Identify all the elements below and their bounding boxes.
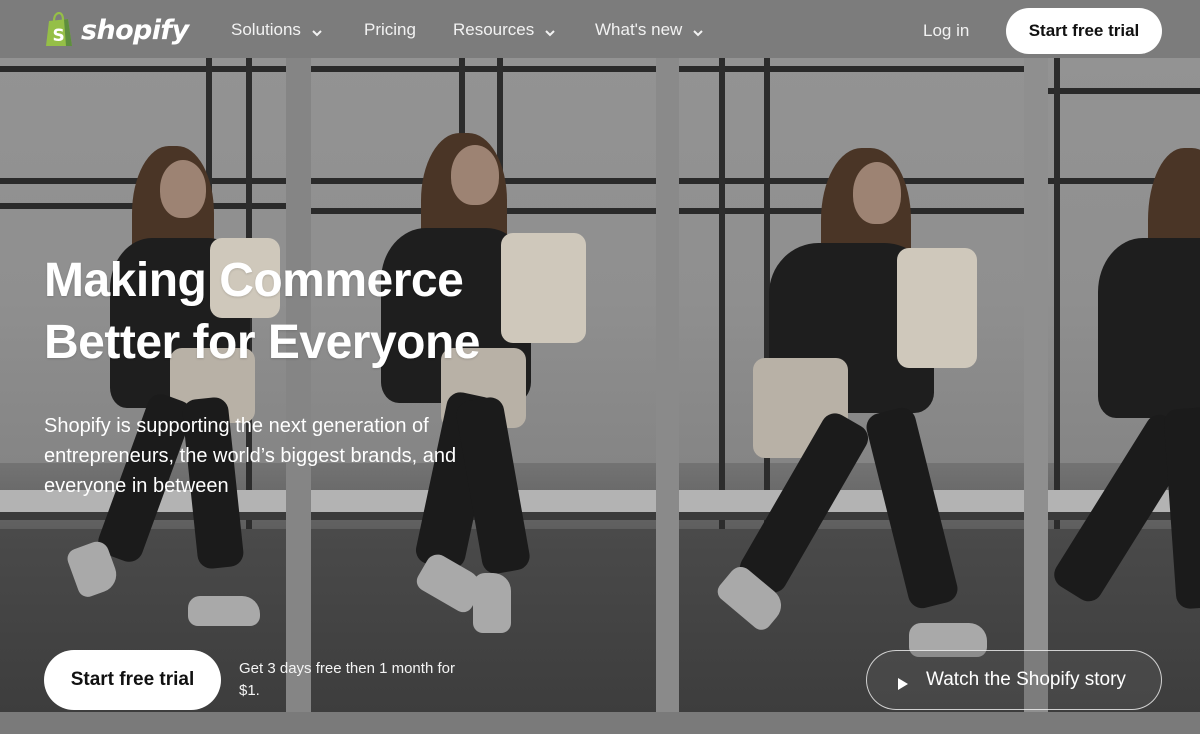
trial-offer-note: Get 3 days free then 1 month for $1.: [239, 660, 455, 699]
svg-text:S: S: [53, 26, 65, 46]
chevron-down-icon: [544, 24, 556, 37]
hero-title: Making Commerce Better for Everyone: [44, 250, 604, 374]
nav-item-label: What's new: [595, 20, 683, 39]
main-nav: Solutions Pricing Resources What's new: [231, 20, 704, 40]
nav-item-solutions[interactable]: Solutions: [231, 20, 364, 40]
video-frame: [311, 58, 656, 712]
play-icon: [898, 674, 908, 690]
login-link[interactable]: Log in: [923, 21, 969, 41]
video-frame: [1048, 58, 1200, 712]
nav-item-pricing[interactable]: Pricing: [364, 20, 453, 40]
hero-title-line: Better for Everyone: [44, 316, 480, 369]
hero-subtitle: Shopify is supporting the next generatio…: [44, 415, 457, 497]
nav-item-label: Resources: [453, 20, 535, 39]
hero-start-free-trial-button[interactable]: Start free trial: [44, 650, 221, 710]
shopping-bag-icon: S: [44, 11, 74, 48]
watch-story-label: Watch the Shopify story: [926, 669, 1126, 690]
nav-item-label: Solutions: [231, 20, 301, 39]
shopify-logo[interactable]: S shopify: [44, 11, 189, 48]
brand-name: shopify: [81, 14, 189, 46]
watch-story-button[interactable]: Watch the Shopify story: [866, 650, 1162, 710]
nav-item-label: Pricing: [364, 20, 416, 39]
chevron-down-icon: [692, 24, 704, 37]
nav-item-resources[interactable]: Resources: [453, 20, 595, 40]
video-frame: [0, 58, 286, 712]
top-navigation: S shopify Solutions Pricing Resources Wh…: [0, 0, 1200, 62]
nav-item-whats-new[interactable]: What's new: [595, 20, 704, 40]
chevron-down-icon: [311, 24, 323, 37]
video-frame: [679, 58, 1024, 712]
start-free-trial-button[interactable]: Start free trial: [1006, 8, 1162, 54]
hero-title-line: Making Commerce: [44, 254, 464, 307]
